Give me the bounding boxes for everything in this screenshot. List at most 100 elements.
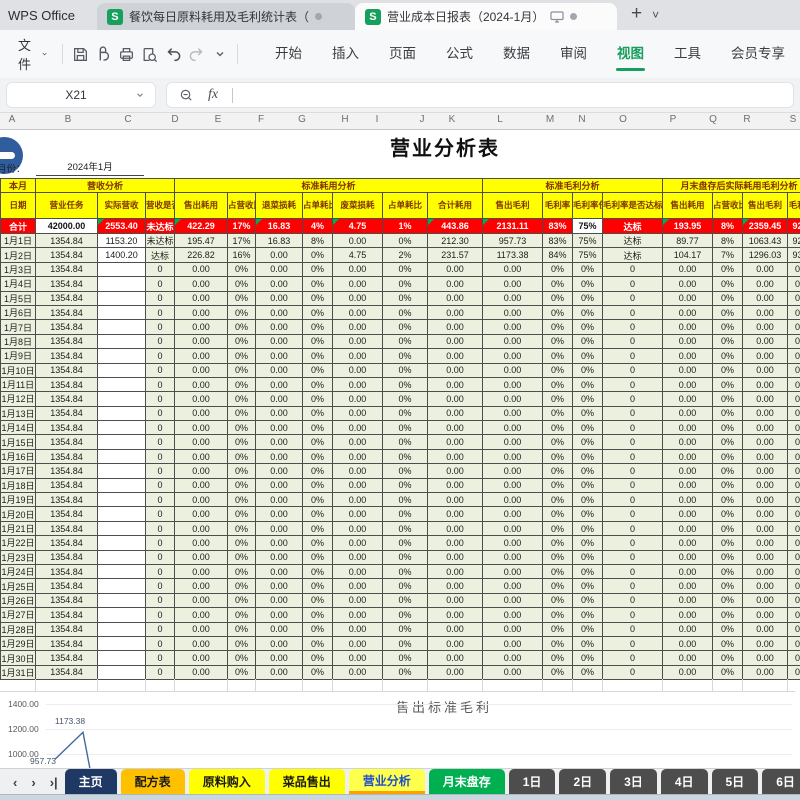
data-cell[interactable]: 0.00	[662, 607, 714, 623]
column-letter[interactable]: Q	[709, 114, 717, 125]
column-letter[interactable]: D	[171, 114, 178, 125]
data-cell[interactable]: 0.00	[742, 621, 789, 637]
data-cell[interactable]: 0	[144, 563, 176, 580]
data-cell[interactable]: 0%	[787, 348, 800, 364]
data-cell[interactable]: 0.00	[662, 635, 714, 652]
date-cell[interactable]: 1月19日	[0, 492, 36, 508]
data-cell[interactable]: 0.00	[255, 333, 304, 350]
data-cell[interactable]: 0.00	[427, 434, 484, 450]
data-cell[interactable]: 0%	[542, 607, 574, 623]
column-letter[interactable]: H	[341, 114, 348, 125]
date-cell[interactable]: 1月9日	[0, 348, 36, 364]
column-letter[interactable]: O	[619, 114, 627, 125]
data-cell[interactable]: 0%	[227, 635, 257, 652]
date-cell[interactable]: 1月31日	[0, 664, 36, 681]
undo-icon[interactable]	[163, 41, 182, 67]
menu-item[interactable]: 页面	[374, 30, 431, 78]
chevron-down-icon[interactable]	[135, 90, 145, 100]
data-cell[interactable]: 0.00	[662, 276, 714, 292]
data-cell[interactable]: 0	[602, 420, 664, 436]
sheet-tab[interactable]: 菜品售出	[268, 769, 345, 794]
data-cell[interactable]: 0.00	[174, 376, 229, 393]
date-cell[interactable]: 1月5日	[0, 290, 36, 306]
data-cell[interactable]: 75%	[572, 232, 604, 249]
data-cell[interactable]: 0%	[382, 448, 429, 465]
data-cell[interactable]	[97, 261, 146, 278]
data-cell[interactable]: 0.00	[742, 592, 789, 609]
date-cell[interactable]: 1月18日	[0, 477, 36, 494]
data-cell[interactable]: 0.00	[662, 563, 714, 580]
date-cell[interactable]: 1月23日	[0, 549, 36, 565]
data-cell[interactable]: 0.00	[427, 348, 484, 364]
data-cell[interactable]	[97, 362, 146, 378]
column-letter[interactable]: G	[298, 114, 306, 125]
data-cell[interactable]: 0.00	[482, 592, 544, 609]
date-cell[interactable]: 1月3日	[0, 261, 36, 278]
data-cell[interactable]: 0.00	[332, 420, 384, 436]
data-cell[interactable]	[97, 420, 146, 436]
data-cell[interactable]: 0%	[302, 420, 334, 436]
data-cell[interactable]: 104.17	[662, 247, 714, 263]
data-cell[interactable]: 0%	[572, 391, 604, 407]
data-cell[interactable]	[97, 391, 146, 407]
data-cell[interactable]: 0%	[382, 549, 429, 565]
data-cell[interactable]: 0.00	[427, 362, 484, 378]
column-letter[interactable]: I	[376, 114, 379, 125]
data-cell[interactable]: 0%	[227, 664, 257, 681]
data-cell[interactable]: 0.00	[332, 535, 384, 551]
data-cell[interactable]: 0.00	[742, 492, 789, 508]
date-cell[interactable]: 1月16日	[0, 448, 36, 465]
total-cell[interactable]: 83%	[542, 218, 574, 234]
data-cell[interactable]: 0%	[712, 333, 744, 350]
data-cell[interactable]: 0.00	[174, 520, 229, 537]
data-cell[interactable]: 0%	[302, 592, 334, 609]
data-cell[interactable]: 0%	[572, 405, 604, 422]
date-cell[interactable]: 1月4日	[0, 276, 36, 292]
data-cell[interactable]: 0.00	[174, 348, 229, 364]
data-cell[interactable]	[97, 290, 146, 306]
data-cell[interactable]: 0%	[382, 506, 429, 522]
data-cell[interactable]: 1400.20	[97, 247, 146, 263]
group-header-cell[interactable]: 本月	[0, 178, 36, 193]
data-cell[interactable]: 0.00	[742, 405, 789, 422]
data-cell[interactable]: 0%	[572, 650, 604, 666]
data-cell[interactable]: 0%	[712, 391, 744, 407]
data-cell[interactable]: 1354.84	[35, 376, 98, 393]
data-cell[interactable]: 0%	[712, 276, 744, 292]
column-letter[interactable]: S	[790, 114, 797, 125]
data-cell[interactable]: 0%	[382, 362, 429, 378]
data-cell[interactable]: 0.00	[742, 362, 789, 378]
data-cell[interactable]: 0%	[302, 261, 334, 278]
data-cell[interactable]: 0%	[302, 348, 334, 364]
data-cell[interactable]: 0.00	[427, 319, 484, 335]
data-cell[interactable]	[97, 635, 146, 652]
data-cell[interactable]: 0	[602, 635, 664, 652]
data-cell[interactable]: 0%	[787, 520, 800, 537]
data-cell[interactable]: 0.00	[332, 304, 384, 321]
data-cell[interactable]: 0.00	[174, 607, 229, 623]
data-cell[interactable]: 达标	[602, 247, 664, 263]
data-cell[interactable]: 0	[602, 492, 664, 508]
data-cell[interactable]	[97, 492, 146, 508]
sheet-tab[interactable]: 6日	[762, 769, 800, 794]
column-letter[interactable]: K	[449, 114, 456, 125]
data-cell[interactable]: 0%	[712, 549, 744, 565]
data-cell[interactable]: 0.00	[427, 261, 484, 278]
data-cell[interactable]: 0.00	[662, 304, 714, 321]
total-cell[interactable]: 17%	[227, 218, 257, 234]
data-cell[interactable]: 0.00	[427, 420, 484, 436]
data-cell[interactable]: 0.00	[482, 434, 544, 450]
data-cell[interactable]: 0%	[712, 362, 744, 378]
data-cell[interactable]: 0.00	[482, 535, 544, 551]
date-cell[interactable]: 1月6日	[0, 304, 36, 321]
data-cell[interactable]: 0%	[227, 348, 257, 364]
data-cell[interactable]: 0%	[787, 304, 800, 321]
data-cell[interactable]: 0.00	[174, 578, 229, 594]
data-cell[interactable]: 0%	[712, 434, 744, 450]
sheet-nav-arrow-icon[interactable]: ›	[31, 775, 35, 790]
data-cell[interactable]: 0%	[382, 391, 429, 407]
data-cell[interactable]: 0%	[712, 650, 744, 666]
sheet-area[interactable]: 营业分析表 月份： 2024年1月 本月 营收分析 标准耗用分析 标准毛利分析 月末盘存…	[0, 130, 800, 768]
date-cell[interactable]: 1月15日	[0, 434, 36, 450]
total-cell[interactable]: 合计	[0, 218, 36, 234]
